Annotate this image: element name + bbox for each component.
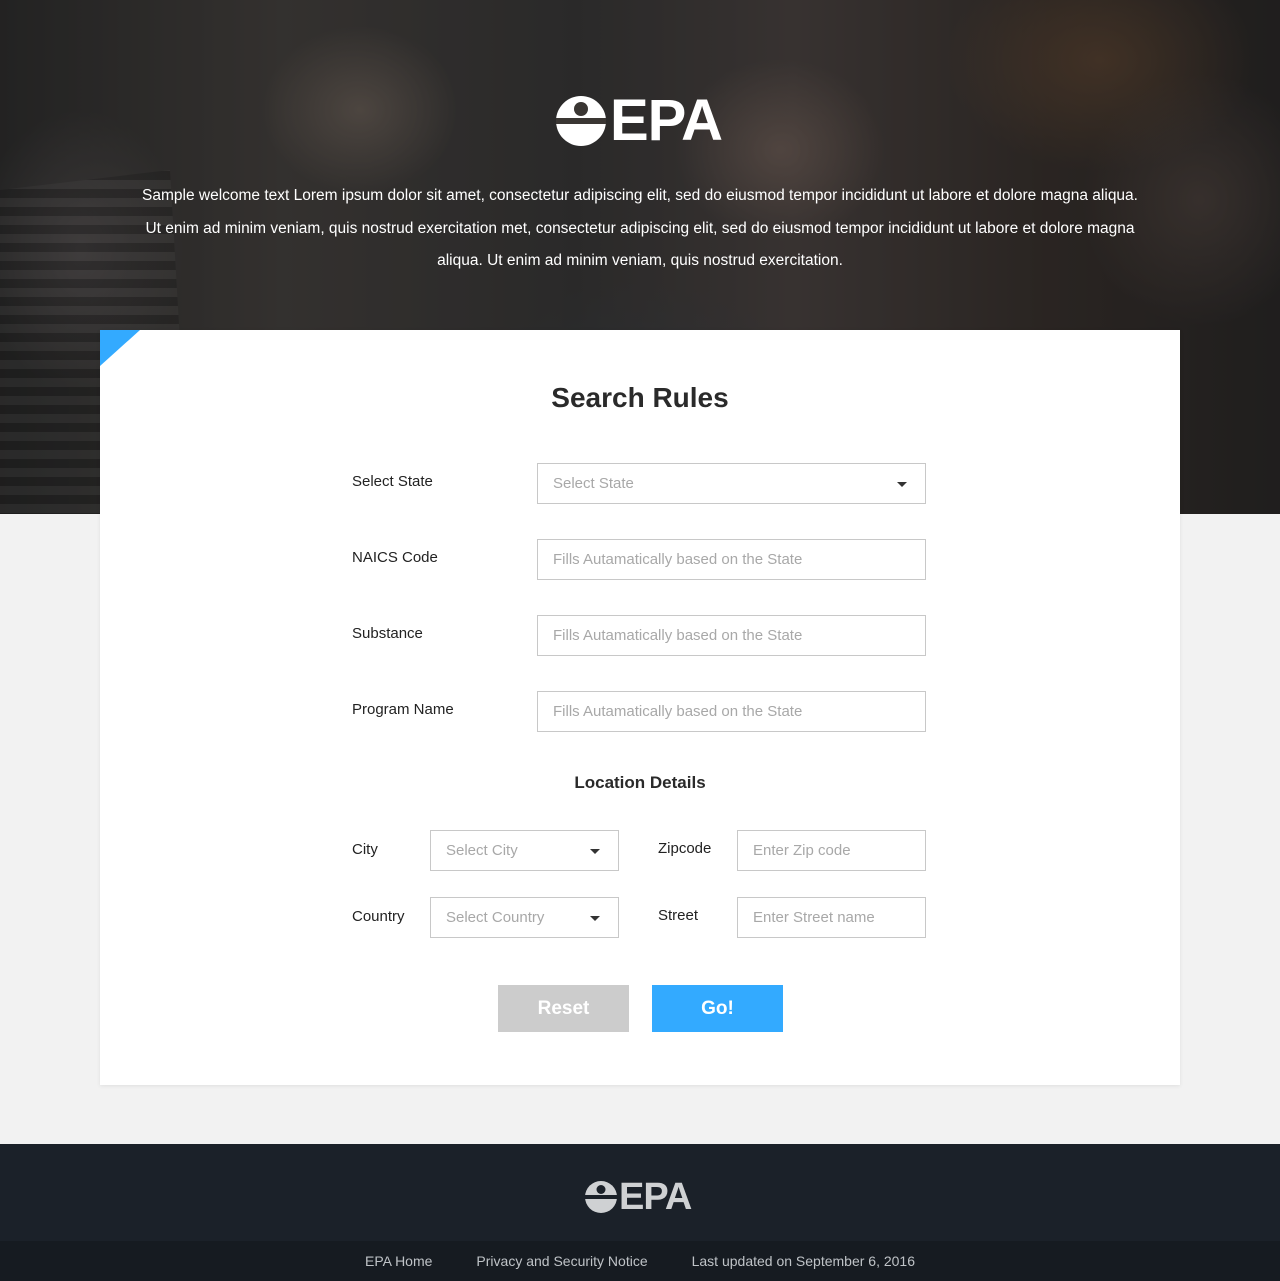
caret-down-icon: [897, 482, 907, 487]
footer: EPA EPA Home Privacy and Security Notice…: [0, 1144, 1280, 1281]
country-select-value: Select Country: [446, 909, 545, 926]
substance-input[interactable]: Fills Autamatically based on the State: [537, 615, 926, 656]
zipcode-label: Zipcode: [658, 840, 712, 857]
search-rules-card: Search Rules Select State Select State N…: [100, 330, 1180, 1085]
zipcode-input[interactable]: Enter Zip code: [737, 830, 926, 871]
footer-links-bar: EPA Home Privacy and Security Notice Las…: [0, 1241, 1280, 1281]
street-label: Street: [658, 907, 699, 924]
country-select[interactable]: Select Country: [430, 897, 619, 938]
footer-epa-logo[interactable]: EPA: [585, 1176, 692, 1218]
epa-logo-icon: [556, 96, 606, 146]
caret-down-icon: [590, 916, 600, 921]
naics-input[interactable]: Fills Autamatically based on the State: [537, 539, 926, 580]
reset-button[interactable]: Reset: [498, 985, 629, 1032]
epa-logo-icon: [585, 1181, 617, 1213]
naics-placeholder: Fills Autamatically based on the State: [553, 551, 803, 568]
last-updated-text: Last updated on September 6, 2016: [691, 1253, 916, 1269]
footer-logo-text: EPA: [619, 1176, 692, 1218]
city-select-value: Select City: [446, 842, 518, 859]
privacy-notice-link[interactable]: Privacy and Security Notice: [476, 1253, 647, 1269]
zipcode-placeholder: Enter Zip code: [753, 842, 851, 859]
logo-text: EPA: [610, 88, 723, 153]
naics-label: NAICS Code: [352, 549, 438, 566]
state-select-value: Select State: [553, 475, 634, 492]
city-select[interactable]: Select City: [430, 830, 619, 871]
corner-accent: [100, 330, 140, 366]
city-label: City: [352, 841, 378, 858]
country-label: Country: [352, 908, 405, 925]
state-label: Select State: [352, 473, 433, 490]
caret-down-icon: [590, 849, 600, 854]
epa-logo[interactable]: EPA: [556, 88, 723, 153]
program-placeholder: Fills Autamatically based on the State: [553, 703, 803, 720]
program-label: Program Name: [352, 701, 454, 718]
substance-label: Substance: [352, 625, 423, 642]
go-button[interactable]: Go!: [652, 985, 783, 1032]
program-input[interactable]: Fills Autamatically based on the State: [537, 691, 926, 732]
welcome-text: Sample welcome text Lorem ipsum dolor si…: [142, 187, 1138, 269]
substance-placeholder: Fills Autamatically based on the State: [553, 627, 803, 644]
street-input[interactable]: Enter Street name: [737, 897, 926, 938]
street-placeholder: Enter Street name: [753, 909, 875, 926]
page-title: Search Rules: [551, 382, 729, 413]
state-select[interactable]: Select State: [537, 463, 926, 504]
location-details-title: Location Details: [574, 773, 706, 792]
epa-home-link[interactable]: EPA Home: [365, 1253, 432, 1269]
